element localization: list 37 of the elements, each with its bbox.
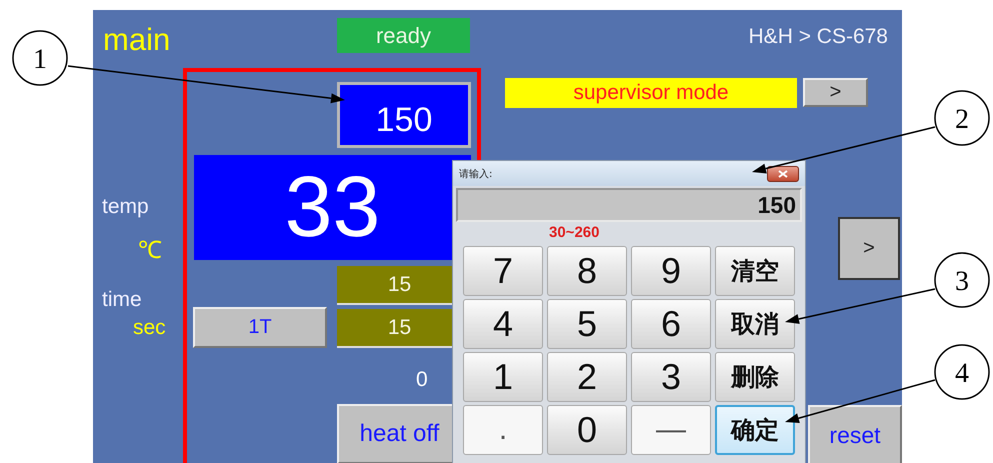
temp-label: temp [102, 195, 149, 219]
keypad-key[interactable]: 取消 [715, 299, 795, 349]
temp-unit: ℃ [138, 236, 162, 265]
callout-marker: 1 [12, 30, 68, 86]
status-indicator: ready [337, 18, 470, 53]
counter-value: 0 [416, 368, 428, 392]
time-label: time [102, 288, 142, 312]
keypad-key[interactable]: 7 [463, 246, 543, 296]
close-button[interactable] [767, 166, 799, 182]
close-icon [778, 170, 788, 178]
keypad-key[interactable]: 5 [547, 299, 627, 349]
callout-marker: 2 [934, 90, 990, 146]
mode-next-button[interactable]: > [803, 78, 868, 107]
keypad-key[interactable]: 确定 [715, 405, 795, 455]
range-hint: 30~260 [549, 223, 600, 243]
callout-marker: 4 [934, 344, 990, 400]
dialog-title: 请输入: [459, 168, 492, 180]
keypad-key[interactable]: 9 [631, 246, 711, 296]
keypad-key[interactable]: 6 [631, 299, 711, 349]
keypad-key[interactable]: 2 [547, 352, 627, 402]
keypad-key[interactable]: 清空 [715, 246, 795, 296]
keypad-key[interactable]: 删除 [715, 352, 795, 402]
breadcrumb: H&H > CS-678 [748, 25, 888, 49]
reset-button[interactable]: reset [808, 405, 902, 463]
time-unit: sec [133, 316, 166, 340]
cycle-button[interactable]: 1T [193, 307, 327, 348]
callout-marker: 3 [934, 252, 990, 308]
mode-label: supervisor mode [505, 78, 797, 108]
keypad-key[interactable]: 0 [547, 405, 627, 455]
keypad-key[interactable]: 3 [631, 352, 711, 402]
keypad-key[interactable]: 1 [463, 352, 543, 402]
keypad-key[interactable]: 8 [547, 246, 627, 296]
next-button[interactable]: > [838, 217, 900, 280]
input-field[interactable]: 150 [456, 188, 802, 222]
setpoint-field[interactable]: 150 [337, 82, 471, 148]
screen-title: main [103, 22, 170, 58]
keypad-key[interactable]: 4 [463, 299, 543, 349]
